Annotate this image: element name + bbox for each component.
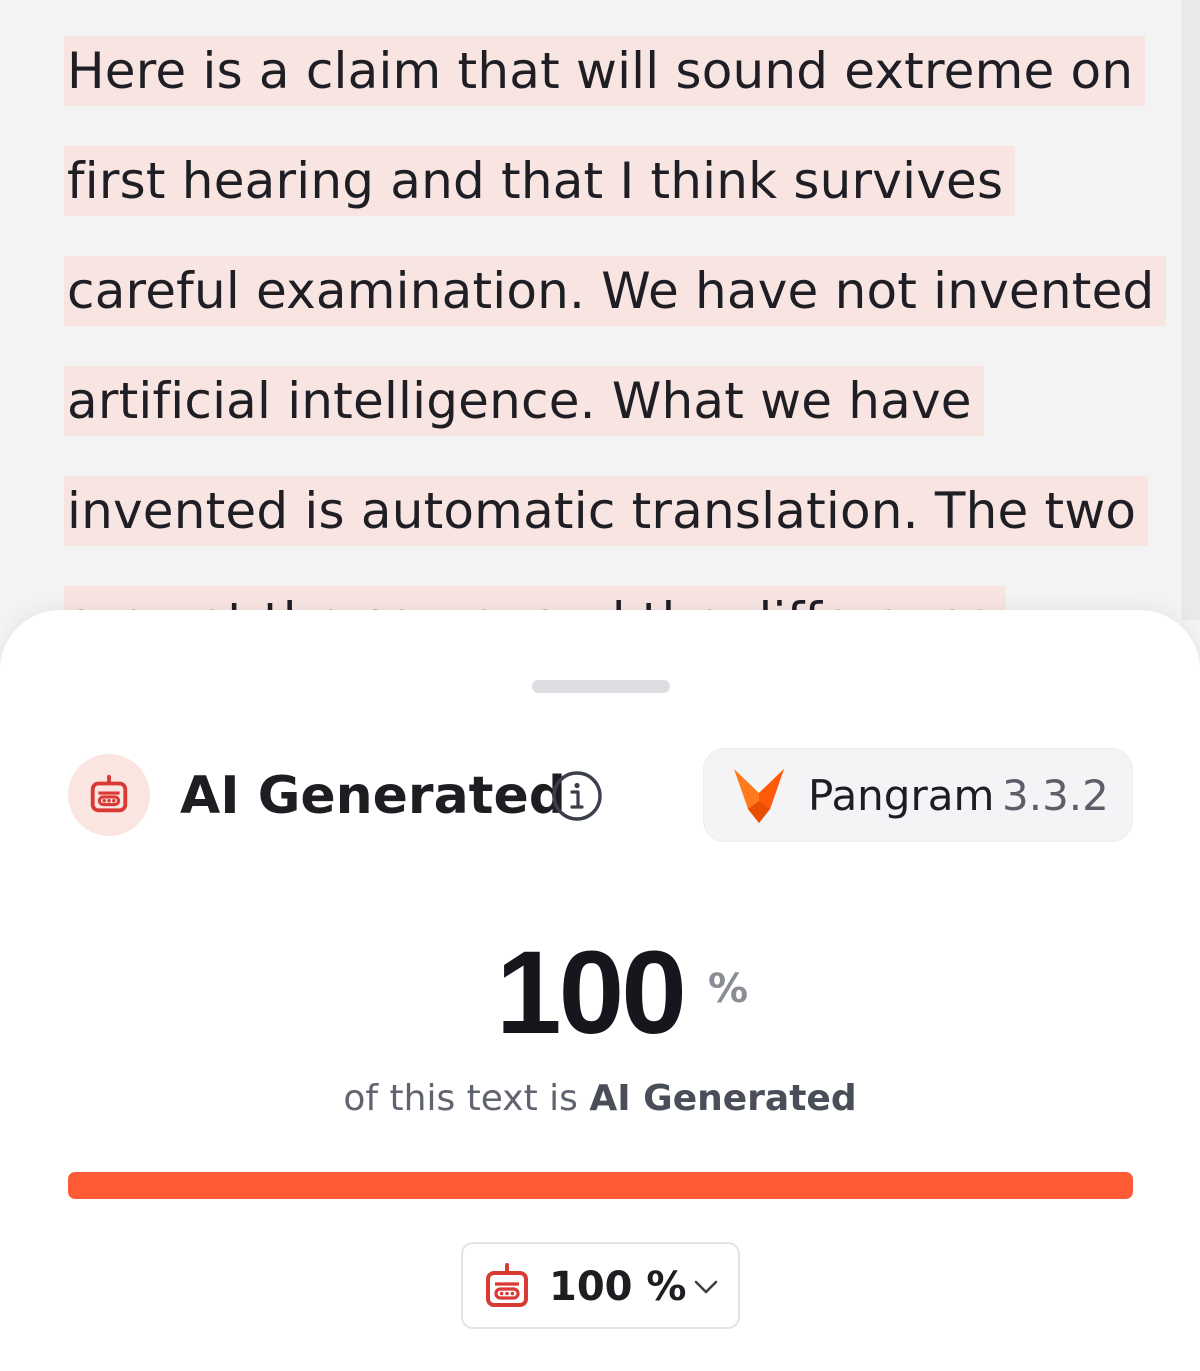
robot-icon [486, 1263, 528, 1307]
ai-status-badge [68, 754, 150, 836]
caption-emphasis: AI Generated [589, 1078, 857, 1119]
score-progress-bar [68, 1172, 1133, 1199]
score-caption: of this text is AI Generated [0, 1076, 1200, 1122]
chevron-down-icon [694, 1280, 718, 1294]
score-dropdown[interactable]: 100 % [461, 1242, 740, 1329]
result-label: AI Generated [180, 766, 567, 826]
text-line: first hearing and that I think survives [64, 146, 1016, 216]
result-sheet: AI Generated Pangram 3.3.2 100 % of this… [0, 610, 1200, 1371]
text-line: Here is a claim that will sound extreme … [64, 36, 1146, 106]
model-version: 3.3.2 [1002, 771, 1109, 820]
model-name: Pangram [808, 771, 995, 820]
text-line: invented is automatic translation. The t… [64, 476, 1149, 546]
analyzed-text: Here is a claim that will sound extreme … [0, 0, 1200, 620]
fox-logo-icon [734, 769, 784, 823]
score-progress-fill [68, 1172, 1133, 1199]
info-icon[interactable] [551, 770, 603, 822]
caption-prefix: of this text is [343, 1078, 578, 1119]
dropdown-value: 100 % [549, 1264, 687, 1310]
text-line: careful examination. We have not invente… [64, 256, 1167, 326]
text-line: artificial intelligence. What we have [64, 366, 984, 436]
scrollbar[interactable] [1182, 0, 1200, 620]
sheet-drag-handle[interactable] [532, 680, 670, 693]
model-badge[interactable]: Pangram 3.3.2 [703, 748, 1133, 842]
score-value: 100 [496, 927, 687, 1059]
score-unit: % [708, 966, 749, 1012]
app-screen: Here is a claim that will sound extreme … [0, 0, 1200, 1371]
robot-icon [90, 774, 128, 813]
